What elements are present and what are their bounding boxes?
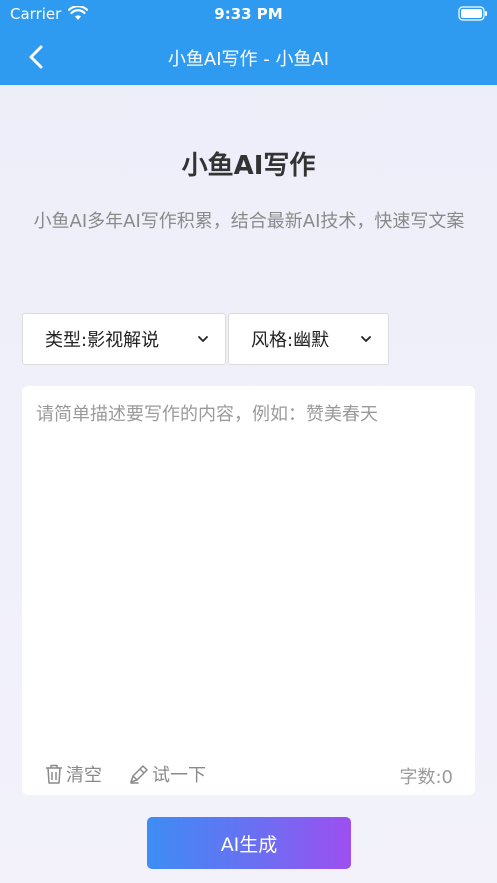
try-label: 试一下 (152, 765, 206, 786)
type-select-label: 类型:影视解说 (45, 330, 160, 351)
type-select[interactable]: 类型:影视解说 (22, 313, 226, 365)
clear-label: 清空 (66, 765, 102, 786)
trash-icon (46, 764, 62, 784)
try-button[interactable]: 试一下 (128, 761, 206, 787)
chevron-down-icon (361, 336, 371, 342)
clear-button[interactable]: 清空 (44, 761, 102, 787)
chevron-down-icon (198, 336, 208, 342)
content-input-card: 清空 试一下 字数:0 (22, 386, 475, 795)
status-bar: Carrier 9:33 PM (0, 0, 497, 30)
ai-generate-button[interactable]: AI生成 (147, 817, 351, 869)
nav-bar: 小鱼AI写作 - 小鱼AI (0, 30, 497, 85)
style-select[interactable]: 风格:幽默 (228, 313, 389, 365)
content-input[interactable] (36, 400, 464, 750)
page-description: 小鱼AI多年AI写作积累，结合最新AI技术，快速写文案 (33, 211, 465, 232)
page-title: 小鱼AI写作 (181, 151, 316, 181)
word-count: 字数:0 (399, 767, 453, 788)
status-time: 9:33 PM (214, 5, 283, 23)
pen-icon (130, 765, 148, 784)
battery-icon (458, 6, 488, 21)
style-select-label: 风格:幽默 (251, 330, 330, 351)
nav-title: 小鱼AI写作 - 小鱼AI (167, 49, 330, 70)
